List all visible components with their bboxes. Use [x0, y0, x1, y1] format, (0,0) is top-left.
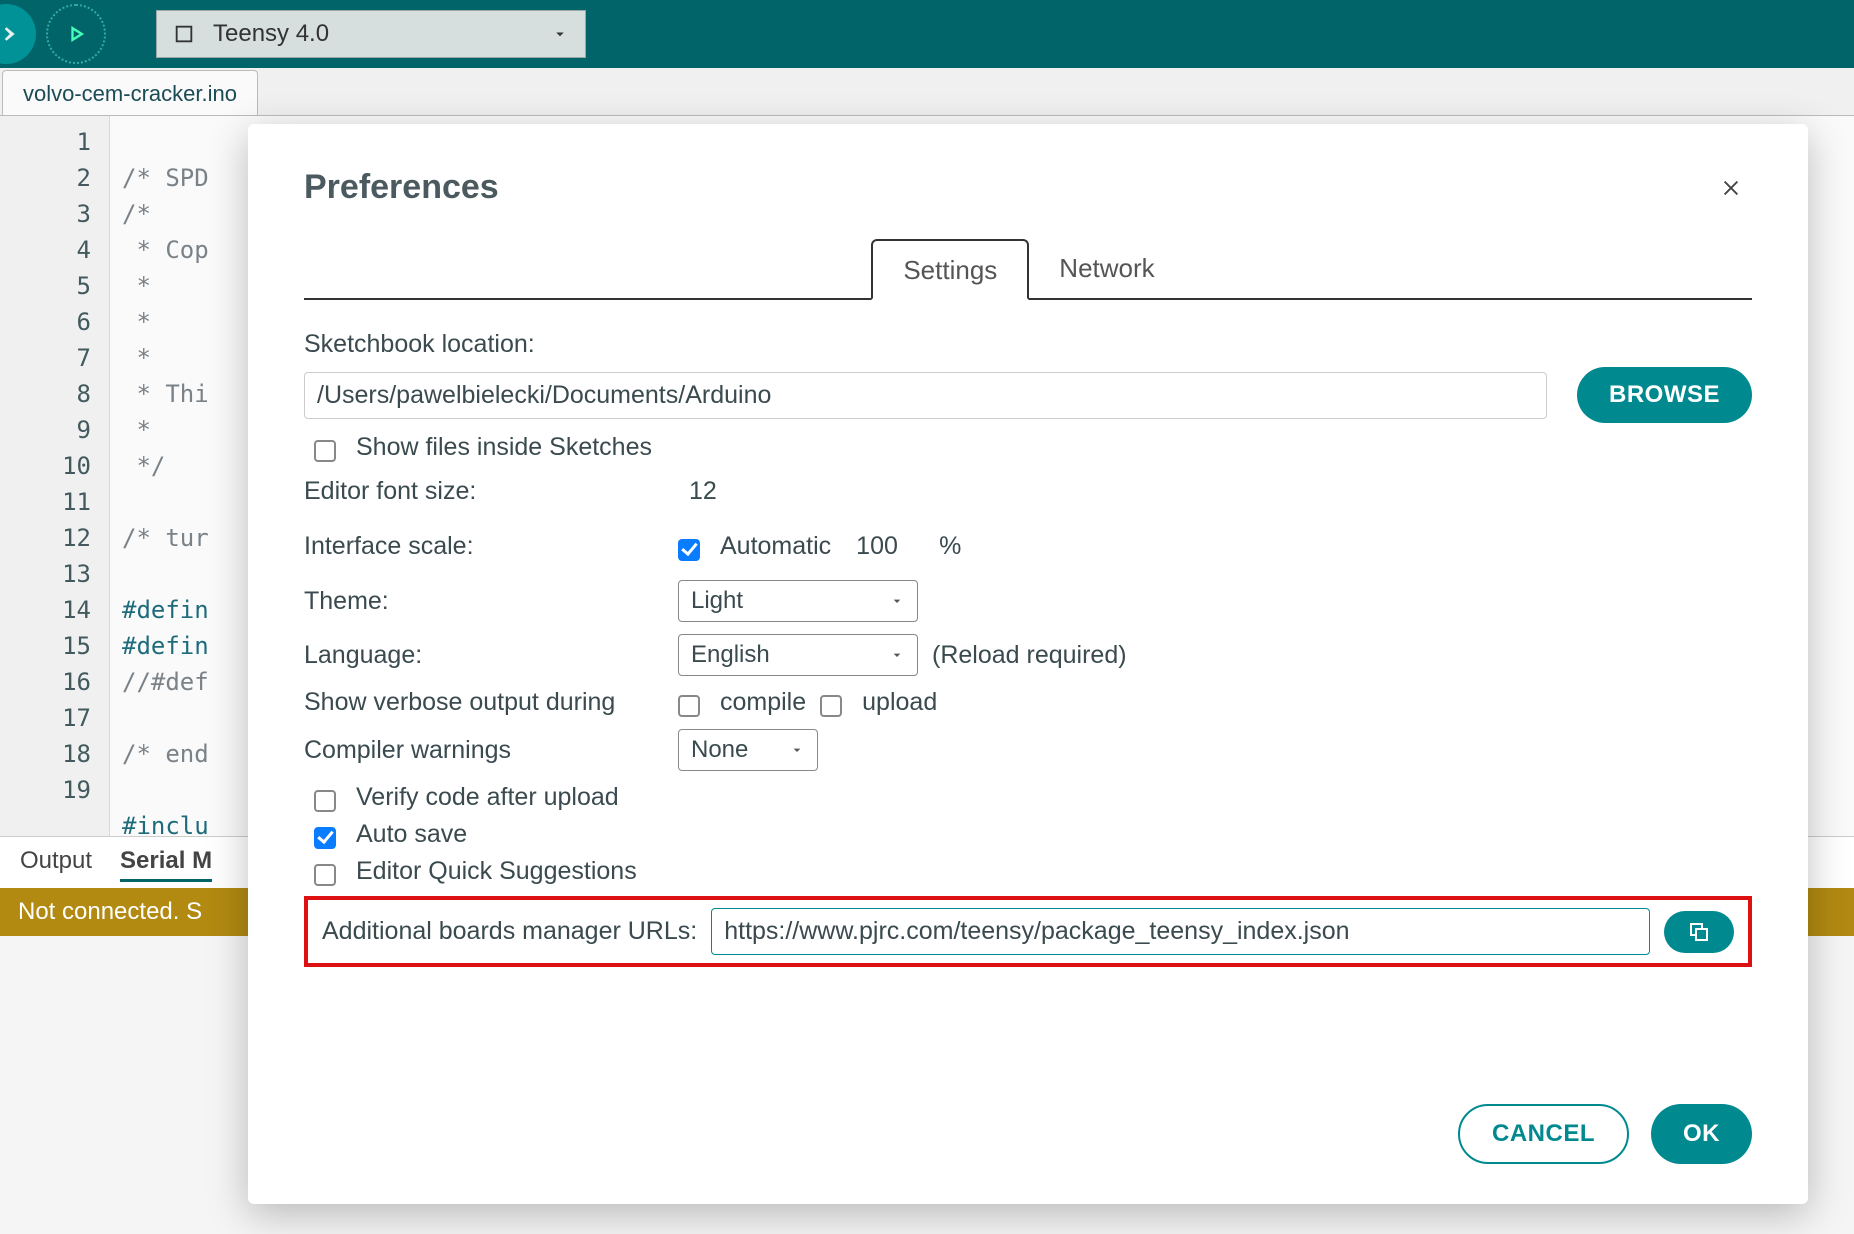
verbose-compile-label: compile: [720, 688, 806, 717]
font-size-label: Editor font size:: [304, 477, 664, 506]
modal-backdrop: Preferences Settings Network Sketchbook …: [0, 0, 1854, 1234]
auto-save-label: Auto save: [356, 820, 467, 849]
windows-icon: [1687, 920, 1711, 944]
interface-scale-label: Interface scale:: [304, 532, 664, 561]
boards-urls-input[interactable]: [711, 908, 1650, 955]
quick-suggestions-label: Editor Quick Suggestions: [356, 857, 637, 886]
warnings-label: Compiler warnings: [304, 736, 664, 765]
theme-label: Theme:: [304, 587, 664, 616]
font-size-input[interactable]: [678, 470, 778, 513]
tab-network[interactable]: Network: [1029, 239, 1184, 300]
reload-note: (Reload required): [932, 641, 1127, 670]
show-files-checkbox[interactable]: [314, 440, 336, 462]
verbose-upload-label: upload: [862, 688, 937, 717]
boards-urls-label: Additional boards manager URLs:: [322, 917, 697, 946]
automatic-label: Automatic: [720, 532, 831, 561]
close-icon: [1720, 177, 1742, 199]
edit-urls-button[interactable]: [1664, 911, 1734, 953]
ok-button[interactable]: OK: [1651, 1104, 1752, 1164]
language-label: Language:: [304, 641, 664, 670]
verbose-upload-checkbox[interactable]: [820, 695, 842, 717]
close-button[interactable]: [1710, 173, 1752, 203]
chevron-down-icon: [789, 742, 805, 758]
scale-value-input[interactable]: [845, 525, 925, 568]
browse-button[interactable]: BROWSE: [1577, 367, 1752, 423]
sketchbook-label: Sketchbook location:: [304, 330, 1752, 359]
verify-after-upload-label: Verify code after upload: [356, 783, 619, 812]
verify-after-upload-checkbox[interactable]: [314, 790, 336, 812]
boards-urls-row: Additional boards manager URLs:: [304, 896, 1752, 967]
warnings-select[interactable]: None: [678, 729, 818, 771]
show-files-label: Show files inside Sketches: [356, 433, 652, 462]
tab-settings[interactable]: Settings: [871, 239, 1029, 300]
quick-suggestions-checkbox[interactable]: [314, 864, 336, 886]
auto-save-checkbox[interactable]: [314, 827, 336, 849]
language-select[interactable]: English: [678, 634, 918, 676]
preferences-dialog: Preferences Settings Network Sketchbook …: [248, 124, 1808, 1204]
dialog-title: Preferences: [304, 168, 499, 207]
verbose-compile-checkbox[interactable]: [678, 695, 700, 717]
preference-tabs: Settings Network: [304, 237, 1752, 300]
theme-select[interactable]: Light: [678, 580, 918, 622]
verbose-label: Show verbose output during: [304, 688, 664, 717]
scale-pct-label: %: [939, 532, 961, 561]
chevron-down-icon: [889, 647, 905, 663]
chevron-down-icon: [889, 593, 905, 609]
cancel-button[interactable]: CANCEL: [1458, 1104, 1629, 1164]
sketchbook-input[interactable]: [304, 372, 1547, 419]
automatic-scale-checkbox[interactable]: [678, 539, 700, 561]
